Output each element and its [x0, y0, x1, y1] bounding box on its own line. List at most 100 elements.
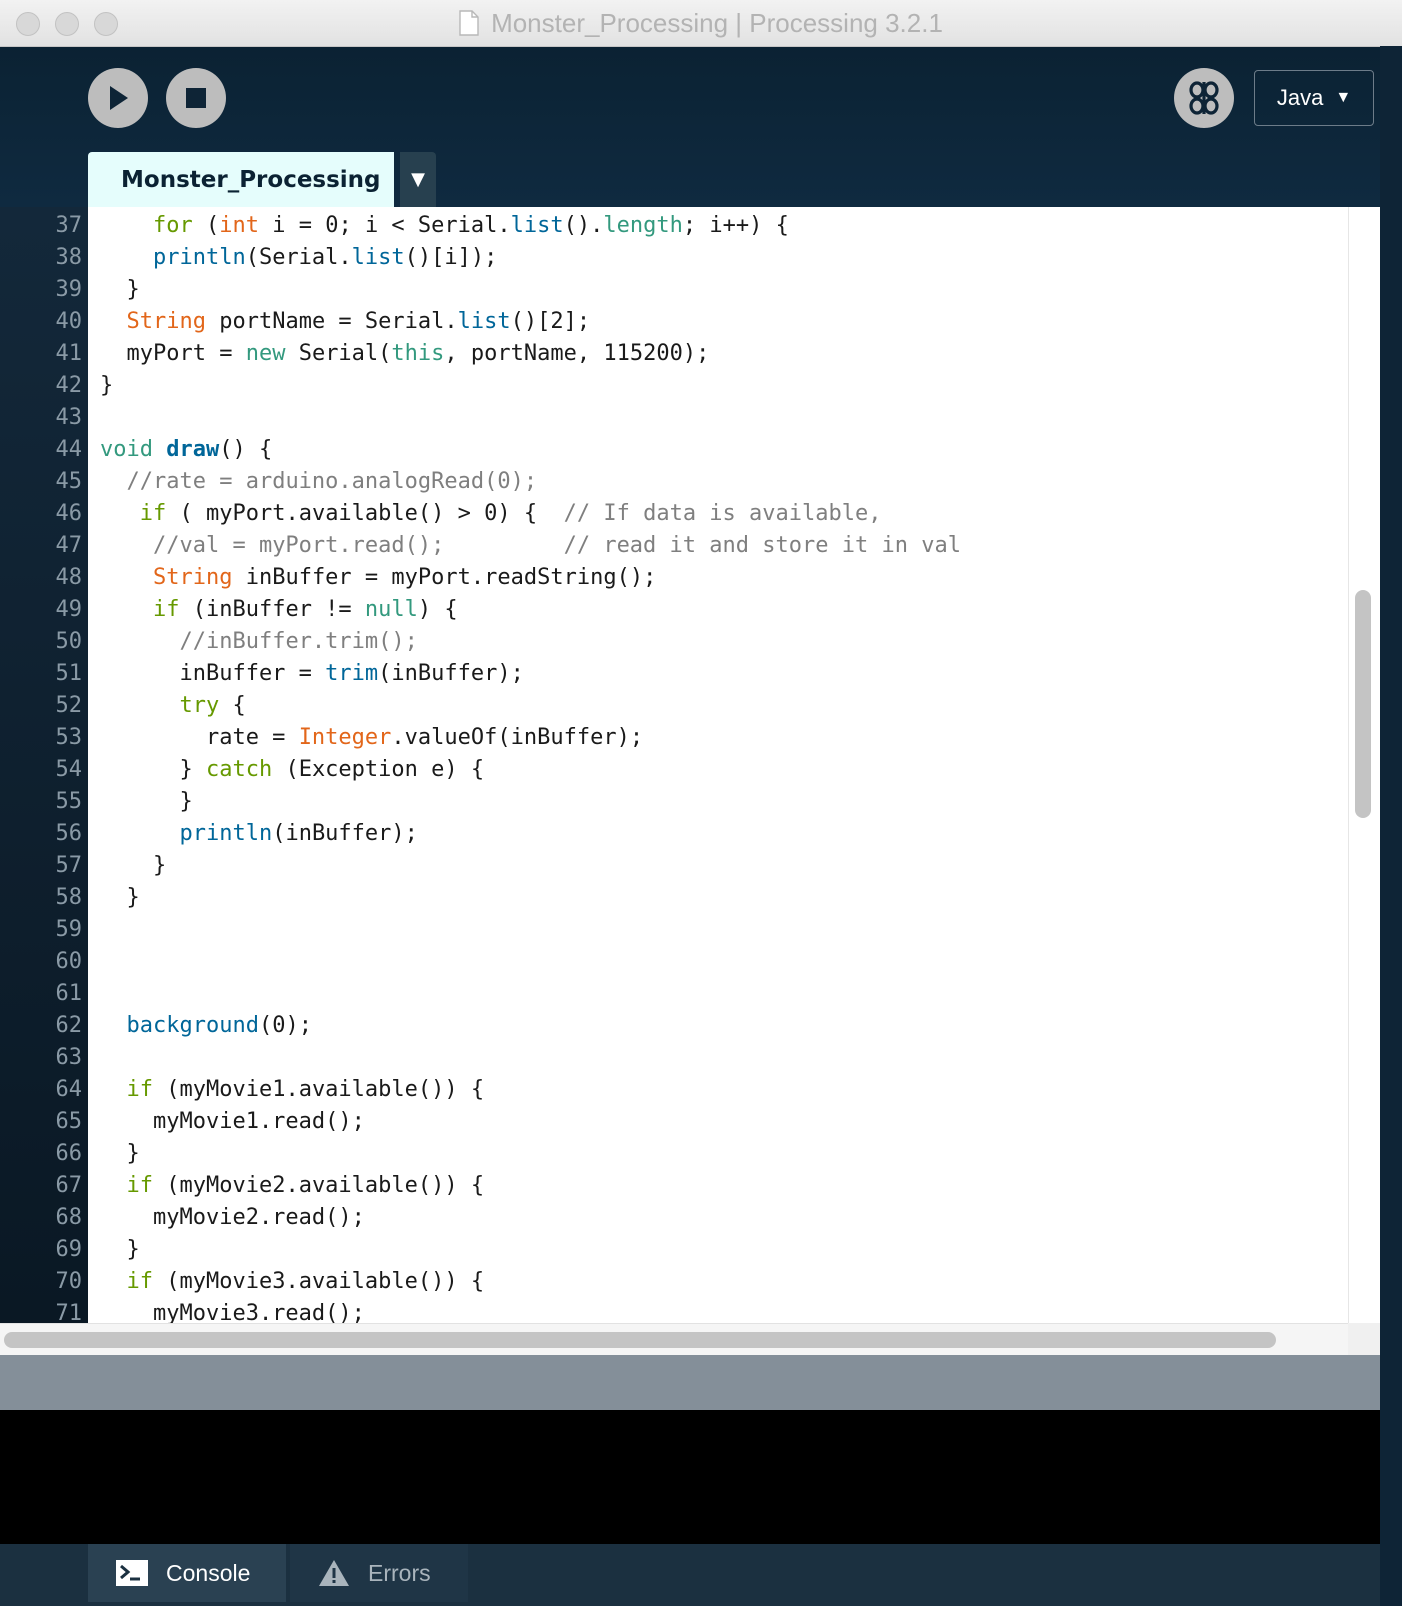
window-title-container: Monster_Processing | Processing 3.2.1 [0, 0, 1402, 46]
code-token: ( [192, 213, 220, 238]
line-number: 62 [55, 1013, 83, 1038]
code-line[interactable]: myPort = new Serial(this, portName, 1152… [100, 338, 961, 370]
code-line[interactable]: for (int i = 0; i < Serial.list().length… [100, 210, 961, 242]
code-area[interactable]: for (int i = 0; i < Serial.list().length… [88, 207, 1348, 1323]
message-area-divider[interactable] [0, 1355, 1402, 1410]
mode-selector[interactable]: Java ▼ [1254, 70, 1374, 126]
play-icon [110, 86, 128, 110]
code-line[interactable]: if (inBuffer != null) { [100, 594, 961, 626]
code-line[interactable]: if ( myPort.available() > 0) { // If dat… [100, 498, 961, 530]
code-token: int [219, 213, 259, 238]
code-token: list [351, 245, 405, 270]
line-number: 45 [55, 469, 83, 494]
code-line[interactable]: String portName = Serial.list()[2]; [100, 306, 961, 338]
line-number: 37 [55, 213, 83, 238]
tab-menu-button[interactable]: ▼ [400, 152, 436, 207]
line-number: 68 [55, 1205, 83, 1230]
window-title: Monster_Processing | Processing 3.2.1 [491, 7, 943, 38]
code-line[interactable]: //inBuffer.trim(); [100, 626, 961, 658]
code-token: (0); [258, 1013, 312, 1038]
tab-errors[interactable]: Errors [290, 1544, 468, 1602]
line-number: 55 [55, 789, 83, 814]
code-token: (). [563, 213, 604, 238]
code-token: //inBuffer.trim(); [179, 629, 418, 654]
code-line[interactable] [100, 946, 961, 978]
code-token: myMovie2.read(); [100, 1205, 365, 1230]
code-line[interactable]: } [100, 370, 961, 402]
code-token: } [100, 373, 114, 398]
code-line[interactable] [100, 914, 961, 946]
code-token: } [100, 1141, 140, 1166]
code-line[interactable]: if (myMovie3.available()) { [100, 1266, 961, 1298]
code-token: myMovie1.read(); [100, 1109, 365, 1134]
run-button[interactable] [88, 68, 148, 128]
code-token: if [152, 597, 180, 622]
tab-label: Monster_Processing [121, 166, 381, 193]
code-line[interactable]: if (myMovie1.available()) { [100, 1074, 961, 1106]
terminal-icon [116, 1560, 148, 1586]
warning-icon [318, 1559, 350, 1587]
code-line[interactable]: void draw() { [100, 434, 961, 466]
line-number: 40 [55, 309, 83, 334]
line-number: 38 [55, 245, 83, 270]
code-line[interactable]: background(0); [100, 1010, 961, 1042]
code-token: null [364, 597, 418, 622]
footer-bar: Console Errors [0, 1544, 1402, 1606]
code-line[interactable] [100, 978, 961, 1010]
code-token: rate = [100, 725, 299, 750]
line-number: 53 [55, 725, 83, 750]
code-line[interactable]: } [100, 850, 961, 882]
stop-button[interactable] [166, 68, 226, 128]
code-token: // If data is available, [563, 501, 882, 526]
tab-console[interactable]: Console [88, 1544, 286, 1602]
code-line[interactable]: println(inBuffer); [100, 818, 961, 850]
code-line[interactable]: try { [100, 690, 961, 722]
code-token: } [100, 277, 140, 302]
code-token: (myMovie3.available()) { [153, 1269, 485, 1294]
code-line[interactable]: } catch (Exception e) { [100, 754, 961, 786]
code-token: ()[i]); [404, 245, 498, 270]
console-output[interactable] [0, 1410, 1402, 1544]
code-token: Integer [298, 725, 392, 750]
code-token: , portName, 115200); [444, 341, 710, 366]
code-token: list [510, 213, 564, 238]
tab-monster-processing[interactable]: Monster_Processing [88, 152, 394, 207]
code-line[interactable]: myMovie1.read(); [100, 1106, 961, 1138]
code-line[interactable] [100, 402, 961, 434]
line-number: 59 [55, 917, 83, 942]
vertical-scrollbar-thumb[interactable] [1355, 590, 1371, 818]
code-token: if [126, 1173, 154, 1198]
code-line[interactable] [100, 1042, 961, 1074]
line-number: 64 [55, 1077, 83, 1102]
code-token: String [152, 565, 233, 590]
line-number: 57 [55, 853, 83, 878]
code-line[interactable]: } [100, 882, 961, 914]
code-token: { [219, 693, 246, 718]
code-editor[interactable]: for (int i = 0; i < Serial.list().length… [88, 207, 1348, 1323]
code-line[interactable]: } [100, 274, 961, 306]
code-token: void [100, 437, 153, 462]
code-line[interactable]: String inBuffer = myPort.readString(); [100, 562, 961, 594]
code-token: ( myPort.available() > 0) { [166, 501, 564, 526]
code-line[interactable]: //val = myPort.read(); // read it and st… [100, 530, 961, 562]
code-line[interactable]: } [100, 1138, 961, 1170]
code-line[interactable]: //rate = arduino.analogRead(0); [100, 466, 961, 498]
code-token: .valueOf(inBuffer); [391, 725, 644, 750]
code-line[interactable]: if (myMovie2.available()) { [100, 1170, 961, 1202]
debugger-button[interactable] [1174, 68, 1234, 128]
code-line[interactable]: inBuffer = trim(inBuffer); [100, 658, 961, 690]
code-token: //rate = arduino.analogRead(0); [126, 469, 538, 494]
code-line[interactable]: println(Serial.list()[i]); [100, 242, 961, 274]
line-number: 58 [55, 885, 83, 910]
code-line[interactable]: myMovie3.read(); [100, 1298, 961, 1323]
code-line[interactable]: rate = Integer.valueOf(inBuffer); [100, 722, 961, 754]
horizontal-scrollbar-thumb[interactable] [4, 1332, 1276, 1348]
code-line[interactable]: } [100, 786, 961, 818]
code-line[interactable]: } [100, 1234, 961, 1266]
code-line[interactable]: myMovie2.read(); [100, 1202, 961, 1234]
